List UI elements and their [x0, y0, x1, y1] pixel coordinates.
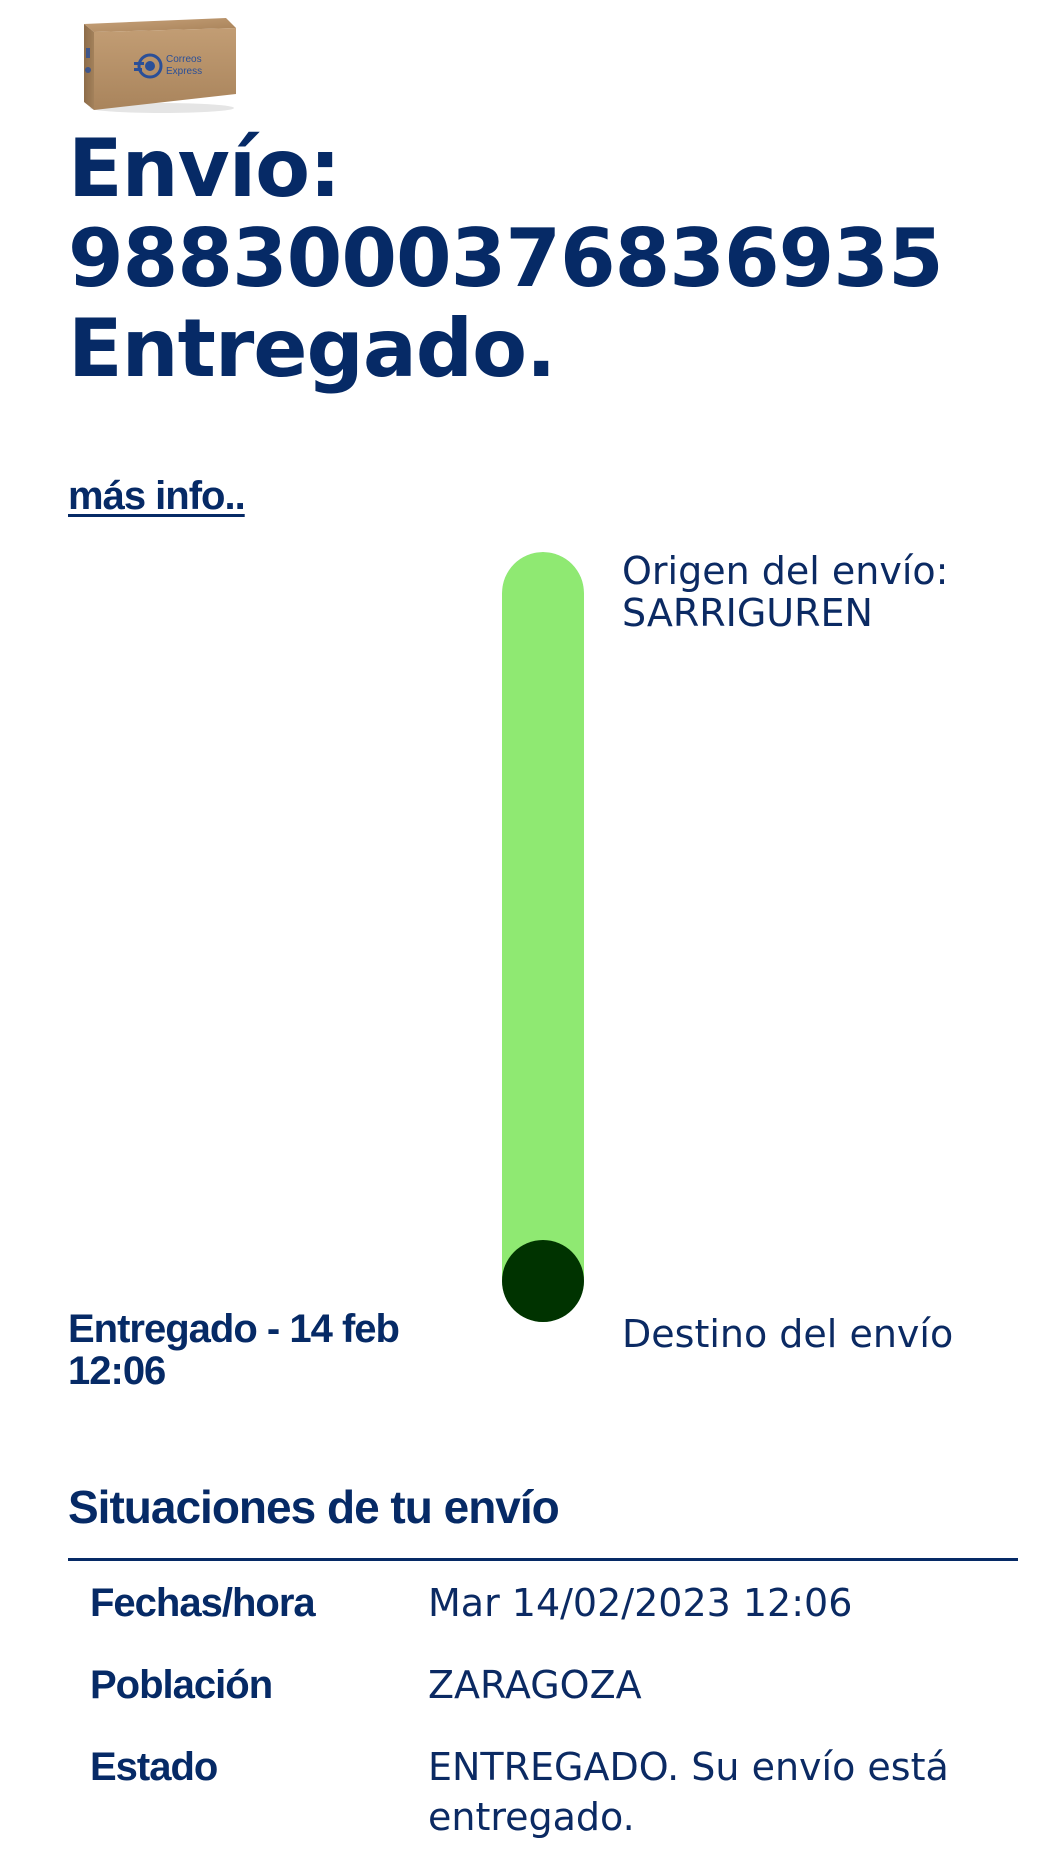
- situation-row-town: Población ZARAGOZA: [90, 1660, 1018, 1710]
- delivered-date: Entregado - 14 feb: [68, 1307, 400, 1351]
- detail-key: Fechas/hora: [90, 1581, 316, 1625]
- detail-value: ENTREGADO. Su envío está entregado.: [428, 1745, 949, 1839]
- current-position-dot: [502, 1240, 584, 1322]
- more-info-link[interactable]: más info..: [68, 474, 246, 519]
- svg-text:Correos: Correos: [166, 54, 202, 65]
- origin-place: SARRIGUREN: [622, 591, 873, 635]
- shipment-label: Envío:: [68, 122, 341, 215]
- parcel-box-image: Correos Express: [80, 18, 236, 113]
- situations-title: Situaciones de tu envío: [68, 1481, 560, 1533]
- svg-text:Express: Express: [166, 66, 202, 77]
- tracking-progress-bar: [502, 552, 584, 1322]
- situations-table: Fechas/hora Mar 14/02/2023 12:06 Poblaci…: [90, 1578, 1018, 1872]
- tracking-number: 9883000376836935: [68, 212, 944, 305]
- detail-value: Mar 14/02/2023 12:06: [428, 1581, 853, 1625]
- origin-label: Origen del envío: SARRIGUREN: [622, 550, 948, 634]
- delivered-status-label: Entregado - 14 feb 12:06: [68, 1307, 400, 1393]
- shipment-title: Envío: 9883000376836935 Entregado.: [68, 122, 944, 395]
- detail-key: Estado: [90, 1745, 218, 1789]
- situation-row-datetime: Fechas/hora Mar 14/02/2023 12:06: [90, 1578, 1018, 1628]
- origin-label-title: Origen del envío:: [622, 549, 949, 593]
- delivered-time: 12:06: [68, 1349, 166, 1393]
- section-divider: [68, 1558, 1018, 1561]
- destination-label: Destino del envío: [622, 1312, 954, 1356]
- tracking-progress-fill: [502, 552, 584, 1322]
- detail-value: ZARAGOZA: [428, 1663, 642, 1707]
- shipment-status-title: Entregado.: [68, 302, 556, 395]
- detail-key: Población: [90, 1663, 273, 1707]
- situation-row-status: Estado ENTREGADO. Su envío está entregad…: [90, 1742, 1018, 1842]
